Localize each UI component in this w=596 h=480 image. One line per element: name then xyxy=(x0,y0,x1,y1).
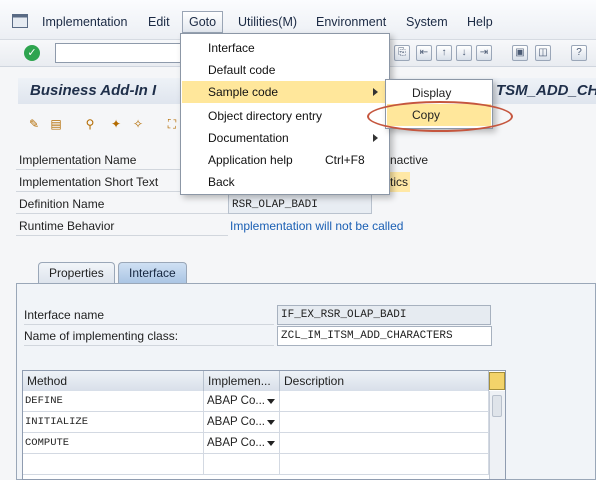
chevron-down-icon[interactable] xyxy=(267,399,275,404)
enter-check-icon[interactable]: ✓ xyxy=(24,45,40,61)
table-scrollbar[interactable] xyxy=(489,391,505,479)
goto-menu: Interface Default code Sample code Objec… xyxy=(180,33,390,195)
table-row-impl-dropdown[interactable]: ABAP Co... xyxy=(204,433,280,454)
menu-item-interface[interactable]: Interface xyxy=(182,37,388,59)
previous-page-icon[interactable]: ↑ xyxy=(436,45,452,61)
column-header-implementation[interactable]: Implemen... xyxy=(204,371,280,391)
impl-value: ABAP Co... xyxy=(207,437,265,449)
menu-utilities[interactable]: Utilities(M) xyxy=(238,15,297,29)
table-row-description[interactable] xyxy=(280,433,489,454)
menu-item-default-code[interactable]: Default code xyxy=(182,59,388,81)
activate-icon[interactable]: ▤ xyxy=(48,116,64,132)
chevron-down-icon[interactable] xyxy=(267,441,275,446)
table-row-impl-dropdown[interactable]: ABAP Co... xyxy=(204,412,280,433)
runtime-behavior-value: Implementation will not be called xyxy=(230,219,404,233)
page-title: Business Add-In I xyxy=(30,82,157,99)
system-menu-icon[interactable] xyxy=(12,14,28,28)
help-icon[interactable]: ? xyxy=(571,45,587,61)
menu-implementation[interactable]: Implementation xyxy=(42,15,127,29)
table-row-empty[interactable] xyxy=(23,454,204,475)
menu-item-label: Application help xyxy=(208,153,293,167)
column-header-description[interactable]: Description xyxy=(280,371,489,391)
tab-properties[interactable]: Properties xyxy=(38,262,115,284)
next-page-icon[interactable]: ↓ xyxy=(456,45,472,61)
impl-value: ABAP Co... xyxy=(207,416,265,428)
column-header-method[interactable]: Method xyxy=(23,371,204,391)
new-session-icon[interactable]: ▣ xyxy=(512,45,528,61)
menu-system[interactable]: System xyxy=(406,15,448,29)
label-runtime-behavior: Runtime Behavior xyxy=(16,216,228,236)
table-row-empty[interactable] xyxy=(280,454,489,475)
tree-icon[interactable]: ⛶ xyxy=(164,116,180,132)
implementation-status: nactive xyxy=(390,153,429,167)
submenu-arrow-icon xyxy=(373,134,378,142)
menu-item-label: Documentation xyxy=(208,131,289,145)
chevron-down-icon[interactable] xyxy=(267,420,275,425)
label-interface-name: Interface name xyxy=(24,305,274,325)
methods-table: Method Implemen... Description DEFINE AB… xyxy=(22,370,506,480)
annotation-ellipse xyxy=(367,101,513,132)
first-page-icon[interactable]: ⇤ xyxy=(416,45,432,61)
implementing-class-field[interactable]: ZCL_IM_ITSM_ADD_CHARACTERS xyxy=(277,326,492,346)
table-row-method: COMPUTE xyxy=(23,433,204,454)
menu-item-documentation[interactable]: Documentation xyxy=(182,127,388,149)
hierarchy-icon[interactable]: ⚲ xyxy=(82,116,98,132)
command-field[interactable] xyxy=(55,43,185,63)
table-row-description[interactable] xyxy=(280,412,489,433)
menu-environment[interactable]: Environment xyxy=(316,15,386,29)
inactive-wand-icon[interactable]: ✧ xyxy=(130,116,146,132)
label-implementing-class: Name of implementing class: xyxy=(24,326,274,346)
table-row-description[interactable] xyxy=(280,391,489,412)
label-definition-name: Definition Name xyxy=(16,194,228,214)
table-row-method: INITIALIZE xyxy=(23,412,204,433)
submenu-arrow-icon xyxy=(373,88,378,96)
shortcut-icon[interactable]: ◫ xyxy=(535,45,551,61)
menu-item-sample-code[interactable]: Sample code xyxy=(182,81,388,103)
table-row-empty[interactable] xyxy=(204,454,280,475)
tab-interface[interactable]: Interface xyxy=(118,262,187,284)
menu-item-application-help[interactable]: Application help Ctrl+F8 xyxy=(182,149,388,171)
display-change-icon[interactable]: ✎ xyxy=(26,116,42,132)
menu-item-shortcut: Ctrl+F8 xyxy=(325,153,365,167)
interface-name-field: IF_EX_RSR_OLAP_BADI xyxy=(277,305,491,325)
menu-item-label: Sample code xyxy=(208,85,279,99)
menu-goto[interactable]: Goto xyxy=(182,11,224,33)
layout-settings-icon[interactable] xyxy=(489,372,505,390)
menu-item-object-directory-entry[interactable]: Object directory entry xyxy=(182,105,388,127)
table-row-method: DEFINE xyxy=(23,391,204,412)
menu-item-back[interactable]: Back xyxy=(182,171,388,193)
definition-name-field: RSR_OLAP_BADI xyxy=(228,194,372,214)
page-title-right: TSM_ADD_CH xyxy=(496,82,596,99)
impl-value: ABAP Co... xyxy=(207,395,265,407)
last-page-icon[interactable]: ⇥ xyxy=(476,45,492,61)
wand-icon[interactable]: ✦ xyxy=(108,116,124,132)
short-text-field[interactable]: tics xyxy=(390,172,410,192)
scrollbar-thumb[interactable] xyxy=(492,395,502,417)
menu-help[interactable]: Help xyxy=(467,15,493,29)
table-row-impl-dropdown[interactable]: ABAP Co... xyxy=(204,391,280,412)
menu-edit[interactable]: Edit xyxy=(148,15,170,29)
save-icon[interactable]: ⎘ xyxy=(394,45,410,61)
